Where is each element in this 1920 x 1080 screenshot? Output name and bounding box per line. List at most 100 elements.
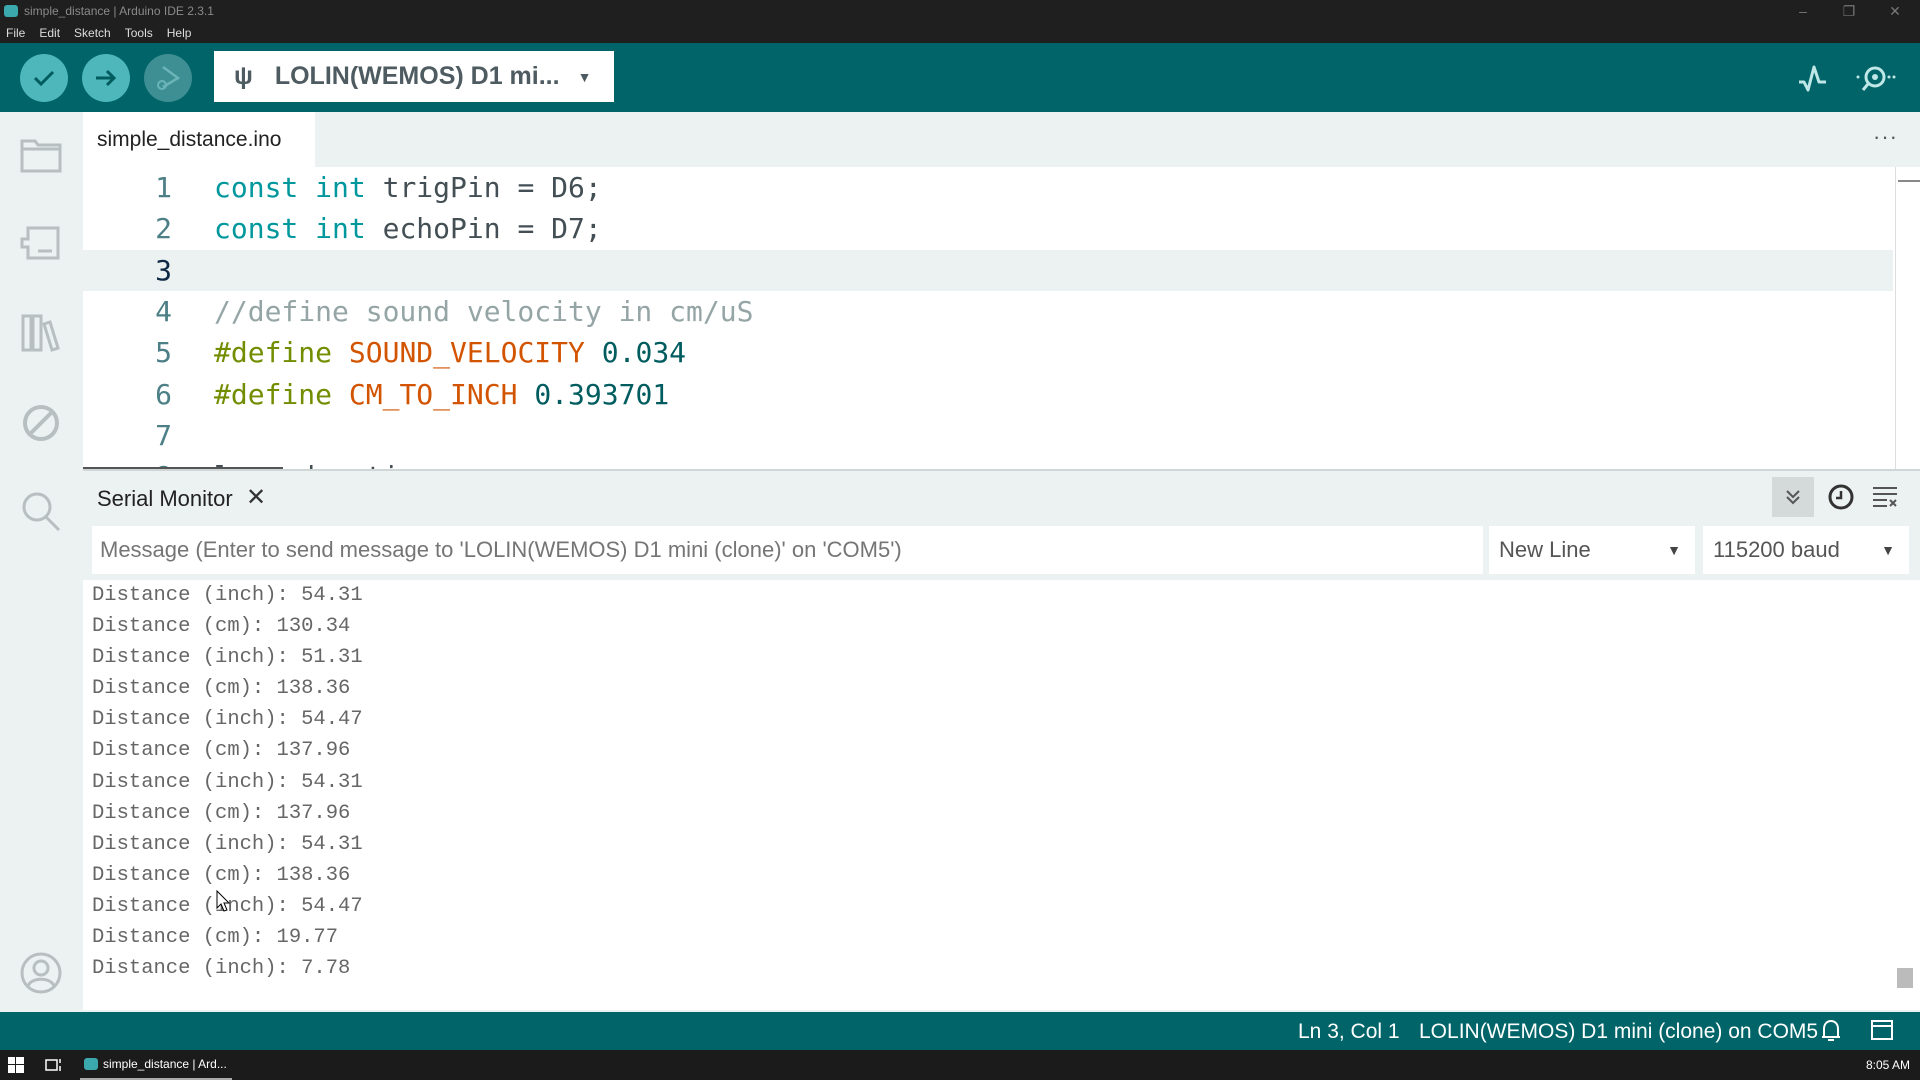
clear-list-icon [1873,487,1897,507]
code-line[interactable]: 7 [83,415,1893,456]
menu-sketch[interactable]: Sketch [74,26,111,40]
code-token: 0.393701 [534,377,670,411]
tab-label: simple_distance.ino [97,127,282,151]
debug-button[interactable] [144,54,192,102]
output-line: Distance (inch): 54.47 [92,894,363,918]
no-debug-icon [23,405,59,441]
verify-button[interactable] [20,54,68,102]
search-icon [22,492,61,532]
code-token: int [315,171,366,204]
window-title: simple_distance | Arduino IDE 2.3.1 [24,4,214,18]
output-line: Distance (cm): 138.36 [92,863,351,887]
notifications-button[interactable] [1820,1019,1842,1049]
serial-plotter-button[interactable] [1791,57,1835,101]
cursor-position[interactable]: Ln 3, Col 1 [1298,1020,1400,1044]
menu-edit[interactable]: Edit [39,26,60,40]
clear-output-button[interactable] [1864,477,1906,517]
code-text: #define CM_TO_INCH 0.393701 [214,378,669,411]
output-line: Distance (inch): 54.31 [92,770,363,794]
serial-monitor-header: Serial Monitor ✕ [83,471,1920,525]
sidebar-item-library-manager[interactable] [18,310,64,356]
toolbar: ψ LOLIN(WEMOS) D1 mi... ▼ [0,43,1920,112]
line-number: 1 [155,171,172,204]
chevrons-down-icon [1786,490,1800,505]
close-serial-monitor-button[interactable]: ✕ [246,483,266,512]
restore-button[interactable]: ❐ [1826,0,1872,22]
output-line: Distance (cm): 138.36 [92,677,351,701]
sidebar-item-boards-manager[interactable] [18,220,64,266]
code-token: //define sound velocity in cm/uS [214,294,754,328]
code-text: const int echoPin = D7; [214,212,602,245]
line-number: 5 [155,336,172,370]
code-line[interactable]: 3 [83,249,1893,291]
line-ending-value: New Line [1499,537,1591,562]
output-line: Distance (inch): 7.78 [92,957,351,981]
line-number: 7 [155,418,172,452]
more-options-button[interactable]: ··· [1873,124,1898,150]
toggle-panel-button[interactable] [1870,1019,1894,1047]
upload-button[interactable] [82,54,130,102]
menu-bar: File Edit Sketch Tools Help [0,22,1920,43]
menu-tools[interactable]: Tools [125,26,153,40]
code-token: #define [214,336,333,370]
tab-simple-distance[interactable]: simple_distance.ino [83,112,315,167]
code-line[interactable]: 4 //define sound velocity in cm/uS [83,291,1893,332]
code-token: SOUND_VELOCITY [348,336,585,370]
clock-icon [1828,484,1854,510]
taskbar: simple_distance | Ard... 8:05 AM [0,1050,1920,1080]
minimize-button[interactable]: – [1780,0,1826,22]
title-bar: simple_distance | Arduino IDE 2.3.1 – ❐ … [0,0,1920,22]
code-token: const [214,171,299,204]
output-line: Distance (cm): 137.96 [92,739,351,763]
code-token: #define [214,377,333,411]
line-number: 3 [155,253,172,287]
line-number: 4 [155,294,172,328]
menu-file[interactable]: File [6,26,25,40]
output-line: Distance (cm): 130.34 [92,615,351,639]
checkmark-icon [33,70,55,87]
code-line[interactable]: 2 const int echoPin = D7; [83,208,1893,249]
board-selector[interactable]: ψ LOLIN(WEMOS) D1 mi... ▼ [214,51,614,102]
code-line[interactable]: 1 const int trigPin = D6; [83,167,1893,208]
code-line[interactable]: 6 #define CM_TO_INCH 0.393701 [83,374,1893,415]
start-button[interactable] [8,1057,24,1076]
serial-monitor-icon [1856,66,1896,91]
timestamp-toggle[interactable] [1820,477,1862,517]
menu-help[interactable]: Help [167,26,192,40]
system-clock[interactable]: 8:05 AM [1866,1058,1910,1072]
status-bar: Ln 3, Col 1 LOLIN(WEMOS) D1 mini (clone)… [0,1012,1920,1050]
code-text: //define sound velocity in cm/uS [214,295,753,328]
connected-board[interactable]: LOLIN(WEMOS) D1 mini (clone) on COM5 [1419,1020,1818,1044]
baud-rate-select[interactable]: 115200 baud ▼ [1703,526,1909,574]
serial-output[interactable]: Distance (inch): 54.31 Distance (cm): 130… [83,580,1920,1010]
output-scrollbar[interactable] [1897,968,1913,988]
serial-monitor-button[interactable] [1853,57,1897,101]
serial-monitor-tab[interactable]: Serial Monitor [97,486,233,512]
autoscroll-toggle[interactable] [1772,477,1814,517]
sidebar-item-search[interactable] [18,488,64,534]
sidebar-item-debug[interactable] [18,400,64,446]
code-token: CM_TO_INCH [348,377,518,411]
board-name: LOLIN(WEMOS) D1 mi... [274,62,560,90]
plotter-icon [1799,65,1826,92]
taskbar-arduino-ide[interactable]: simple_distance | Ard... [80,1050,232,1080]
task-view-button[interactable] [45,1057,63,1076]
profile-button[interactable] [18,950,64,996]
output-line: Distance (cm): 137.96 [92,801,351,825]
code-line[interactable]: 5 #define SOUND_VELOCITY 0.034 [83,332,1893,373]
code-text: const int trigPin = D6; [214,171,602,204]
code-token: int [315,212,366,246]
message-input[interactable] [92,526,1483,574]
code-line[interactable]: 8long duration; [83,456,1893,470]
sidebar-item-sketchbook[interactable] [18,132,64,178]
code-editor[interactable]: 8long duration; 7 6 #define CM_TO_INCH 0.39… [83,167,1920,470]
baud-rate-value: 115200 baud [1713,537,1840,562]
close-button[interactable]: ✕ [1872,0,1918,22]
code-token: const [214,212,299,246]
line-ending-select[interactable]: New Line ▼ [1489,526,1695,574]
overview-ruler [1895,167,1920,470]
